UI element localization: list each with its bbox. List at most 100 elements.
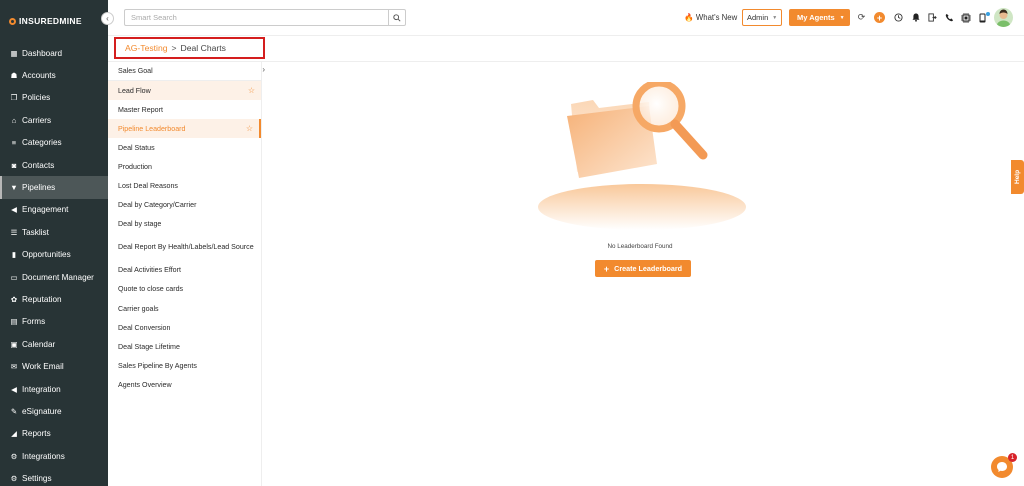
sidebar-item-forms[interactable]: ▤ Forms bbox=[0, 311, 108, 333]
sidebar-item-categories[interactable]: ≡ Categories bbox=[0, 132, 108, 154]
whats-new-link[interactable]: 🔥 What's New bbox=[684, 13, 737, 22]
categories-icon: ≡ bbox=[11, 138, 17, 148]
empty-state-message: No Leaderboard Found bbox=[607, 243, 673, 250]
breadcrumb-parent-link[interactable]: AG-Testing bbox=[125, 43, 168, 53]
report-item-deal-stage-lifetime[interactable]: Deal Stage Lifetime bbox=[108, 337, 261, 356]
report-item-deal-status[interactable]: Deal Status bbox=[108, 138, 261, 157]
chip-icon[interactable] bbox=[960, 12, 971, 23]
sidebar-collapse-button[interactable]: ‹ bbox=[101, 12, 114, 25]
sidebar-item-settings[interactable]: ⚙ Settings bbox=[0, 467, 108, 486]
report-item-label: Deal Stage Lifetime bbox=[118, 342, 180, 351]
report-item-label: Deal Report By Health/Labels/Lead Source bbox=[118, 242, 254, 251]
chevron-right-icon[interactable]: › bbox=[262, 65, 265, 74]
create-leaderboard-button[interactable]: + Create Leaderboard bbox=[595, 260, 691, 277]
online-status-dot bbox=[986, 12, 990, 16]
report-item-deal-conversion[interactable]: Deal Conversion bbox=[108, 318, 261, 337]
megaphone-icon: ◀ bbox=[11, 384, 17, 394]
sidebar-item-integration[interactable]: ◀ Integration bbox=[0, 378, 108, 400]
sidebar-item-integrations[interactable]: ⚙ Integrations bbox=[0, 445, 108, 467]
sidebar-item-label: Work Email bbox=[22, 362, 64, 372]
sidebar-item-label: Pipelines bbox=[22, 183, 56, 193]
sidebar: INSUREDMINE ▦ Dashboard ☗ Accounts ❐ Policies… bbox=[0, 0, 108, 486]
sidebar-item-reputation[interactable]: ✿ Reputation bbox=[0, 288, 108, 310]
report-item-deal-report-by-health-labels-lead-source[interactable]: Deal Report By Health/Labels/Lead Source bbox=[108, 234, 261, 261]
reports-icon: ◢ bbox=[11, 429, 17, 439]
sidebar-item-policies[interactable]: ❐ Policies bbox=[0, 87, 108, 109]
chat-unread-badge: 1 bbox=[1008, 453, 1017, 462]
report-item-deal-by-category-carrier[interactable]: Deal by Category/Carrier bbox=[108, 196, 261, 215]
user-avatar[interactable] bbox=[994, 8, 1013, 27]
help-tab[interactable]: Help bbox=[1011, 160, 1024, 194]
phone-icon[interactable] bbox=[944, 12, 955, 23]
sidebar-item-label: eSignature bbox=[22, 406, 62, 416]
sidebar-item-label: Calendar bbox=[22, 339, 56, 349]
sidebar-item-opportunities[interactable]: ▮ Opportunities bbox=[0, 244, 108, 266]
my-agents-button[interactable]: My Agents ▼ bbox=[789, 9, 850, 26]
add-circle-icon[interactable]: + bbox=[874, 12, 885, 23]
opportunities-icon: ▮ bbox=[11, 250, 17, 260]
email-icon: ✉ bbox=[10, 362, 18, 372]
search-icon bbox=[393, 13, 401, 22]
sidebar-item-carriers[interactable]: ⌂ Carriers bbox=[0, 109, 108, 131]
report-item-agents-overview[interactable]: Agents Overview bbox=[108, 375, 261, 394]
chat-icon bbox=[997, 462, 1007, 472]
report-item-label: Agents Overview bbox=[118, 380, 172, 389]
sidebar-item-tasklist[interactable]: ☰ Tasklist bbox=[0, 221, 108, 243]
policies-icon: ❐ bbox=[10, 93, 18, 103]
star-icon[interactable]: ☆ bbox=[248, 86, 255, 95]
report-item-deal-by-stage[interactable]: Deal by stage bbox=[108, 215, 261, 234]
sidebar-item-label: Integrations bbox=[22, 451, 65, 461]
report-item-carrier-goals[interactable]: Carrier goals bbox=[108, 299, 261, 318]
report-item-pipeline-leaderboard[interactable]: Pipeline Leaderboard ☆ bbox=[108, 119, 261, 139]
report-item-label: Master Report bbox=[118, 105, 163, 114]
search-input[interactable] bbox=[125, 10, 388, 25]
report-item-master-report[interactable]: Master Report bbox=[108, 100, 261, 119]
sidebar-item-label: Reputation bbox=[22, 294, 62, 304]
sidebar-item-label: Settings bbox=[22, 474, 52, 484]
role-select[interactable]: Admin ▼ bbox=[742, 9, 782, 26]
report-item-label: Lost Deal Reasons bbox=[118, 182, 178, 191]
report-item-lead-flow[interactable]: Lead Flow ☆ bbox=[108, 81, 261, 101]
integrations-icon: ⚙ bbox=[10, 451, 18, 461]
sidebar-item-label: Forms bbox=[22, 317, 46, 327]
role-select-value: Admin bbox=[747, 13, 769, 22]
search-button[interactable] bbox=[388, 10, 405, 25]
sidebar-item-calendar[interactable]: ▣ Calendar bbox=[0, 333, 108, 355]
sidebar-item-work-email[interactable]: ✉ Work Email bbox=[0, 355, 108, 377]
report-item-label: Carrier goals bbox=[118, 304, 159, 313]
clock-icon[interactable] bbox=[893, 12, 904, 23]
help-label: Help bbox=[1014, 169, 1021, 185]
sidebar-nav: ▦ Dashboard ☗ Accounts ❐ Policies ⌂ Carriers ≡ Ca… bbox=[0, 42, 108, 486]
megaphone-icon: ◀ bbox=[11, 205, 17, 215]
brand-logo[interactable]: INSUREDMINE bbox=[0, 0, 108, 42]
sidebar-item-accounts[interactable]: ☗ Accounts bbox=[0, 64, 108, 86]
top-bar: 🔥 What's New Admin ▼ My Agents ▼ ⟳ + bbox=[108, 0, 1024, 36]
star-icon[interactable]: ☆ bbox=[246, 124, 253, 133]
breadcrumb-current: Deal Charts bbox=[180, 43, 226, 53]
sidebar-item-contacts[interactable]: ◙ Contacts bbox=[0, 154, 108, 176]
report-item-label: Pipeline Leaderboard bbox=[118, 124, 186, 133]
sidebar-item-engagement[interactable]: ◀ Engagement bbox=[0, 199, 108, 221]
smart-search bbox=[124, 9, 406, 26]
report-item-sales-pipeline-by-agents[interactable]: Sales Pipeline By Agents bbox=[108, 356, 261, 375]
sidebar-item-esignature[interactable]: ✎ eSignature bbox=[0, 400, 108, 422]
report-item-deal-activities-effort[interactable]: Deal Activities Effort bbox=[108, 261, 261, 280]
sidebar-item-label: Categories bbox=[22, 138, 62, 148]
sidebar-item-label: Engagement bbox=[22, 205, 69, 215]
logo-mark-icon bbox=[9, 17, 16, 25]
sidebar-item-reports[interactable]: ◢ Reports bbox=[0, 423, 108, 445]
breadcrumb-separator: > bbox=[171, 43, 177, 53]
sidebar-item-document-manager[interactable]: ▭ Document Manager bbox=[0, 266, 108, 288]
bell-icon[interactable] bbox=[910, 12, 921, 23]
report-item-lost-deal-reasons[interactable]: Lost Deal Reasons bbox=[108, 177, 261, 196]
logout-icon[interactable] bbox=[927, 12, 938, 23]
sidebar-item-pipelines[interactable]: ▼ Pipelines bbox=[0, 176, 108, 199]
report-item-production[interactable]: Production bbox=[108, 157, 261, 176]
report-item-label: Production bbox=[118, 163, 152, 172]
sidebar-item-dashboard[interactable]: ▦ Dashboard bbox=[0, 42, 108, 64]
refresh-icon[interactable]: ⟳ bbox=[856, 12, 867, 23]
report-item-label: Deal by Category/Carrier bbox=[118, 201, 197, 210]
chevron-down-icon: ▼ bbox=[839, 14, 845, 21]
report-item-quote-to-close-cards[interactable]: Quote to close cards bbox=[108, 280, 261, 299]
report-item-sales-goal[interactable]: Sales Goal › bbox=[108, 62, 265, 82]
